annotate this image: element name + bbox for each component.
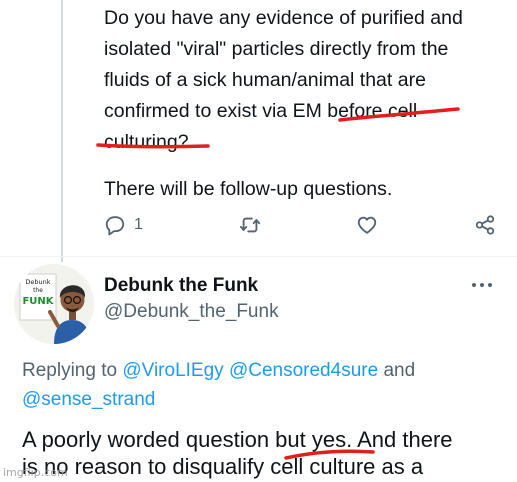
reply-tweet-text: A poorly worded question but yes. And th…: [22, 426, 517, 480]
author-name[interactable]: Debunk the Funk: [104, 275, 258, 297]
tweet-actions: 1: [104, 210, 496, 240]
more-options-icon[interactable]: [470, 278, 494, 292]
share-icon: [475, 215, 495, 235]
replying-to-line: Replying to @ViroLIEgy @Censored4sure an…: [22, 356, 502, 414]
replying-to-label: Replying to: [22, 360, 118, 381]
and-word: and: [383, 360, 416, 381]
watermark: imgflip.com: [3, 466, 68, 479]
avatar-text-debunk: Debunk: [25, 278, 50, 286]
retweet-button[interactable]: [239, 214, 261, 236]
followup-line: There will be follow-up questions.: [104, 178, 393, 200]
question-line: culturing?: [104, 131, 189, 153]
heart-icon: [358, 216, 377, 234]
share-button[interactable]: [474, 214, 496, 236]
avatar[interactable]: Debunk the FUNK: [14, 264, 94, 344]
thread-connector-line: [61, 0, 63, 262]
tweet-divider: [0, 256, 517, 257]
author-handle[interactable]: @Debunk_the_Funk: [104, 301, 279, 323]
question-line: confirmed to exist via EM before cell: [104, 100, 418, 122]
question-line: isolated "viral" particles directly from…: [104, 38, 449, 60]
avatar-text-the: the: [33, 287, 43, 294]
mention-censored4sure[interactable]: @Censored4sure: [229, 360, 378, 381]
avatar-text-funk: FUNK: [22, 296, 54, 307]
reply-line: is no reason to disqualify cell culture …: [22, 454, 424, 479]
reply-line: A poorly worded question but yes. And th…: [22, 427, 453, 452]
retweet-icon: [239, 217, 260, 233]
question-tweet-text: Do you have any evidence of purified and…: [104, 3, 504, 205]
avatar-illustration: Debunk the FUNK: [14, 264, 94, 344]
mention-virolie[interactable]: @ViroLIEgy: [122, 360, 223, 381]
reply-button[interactable]: 1: [104, 214, 143, 236]
like-button[interactable]: [356, 214, 378, 236]
mention-sense-strand[interactable]: @sense_strand: [22, 389, 155, 410]
question-line: fluids of a sick human/animal that are: [104, 69, 426, 91]
reply-count: 1: [134, 216, 143, 233]
question-line: Do you have any evidence of purified and: [104, 7, 463, 29]
reply-icon: [105, 216, 125, 236]
